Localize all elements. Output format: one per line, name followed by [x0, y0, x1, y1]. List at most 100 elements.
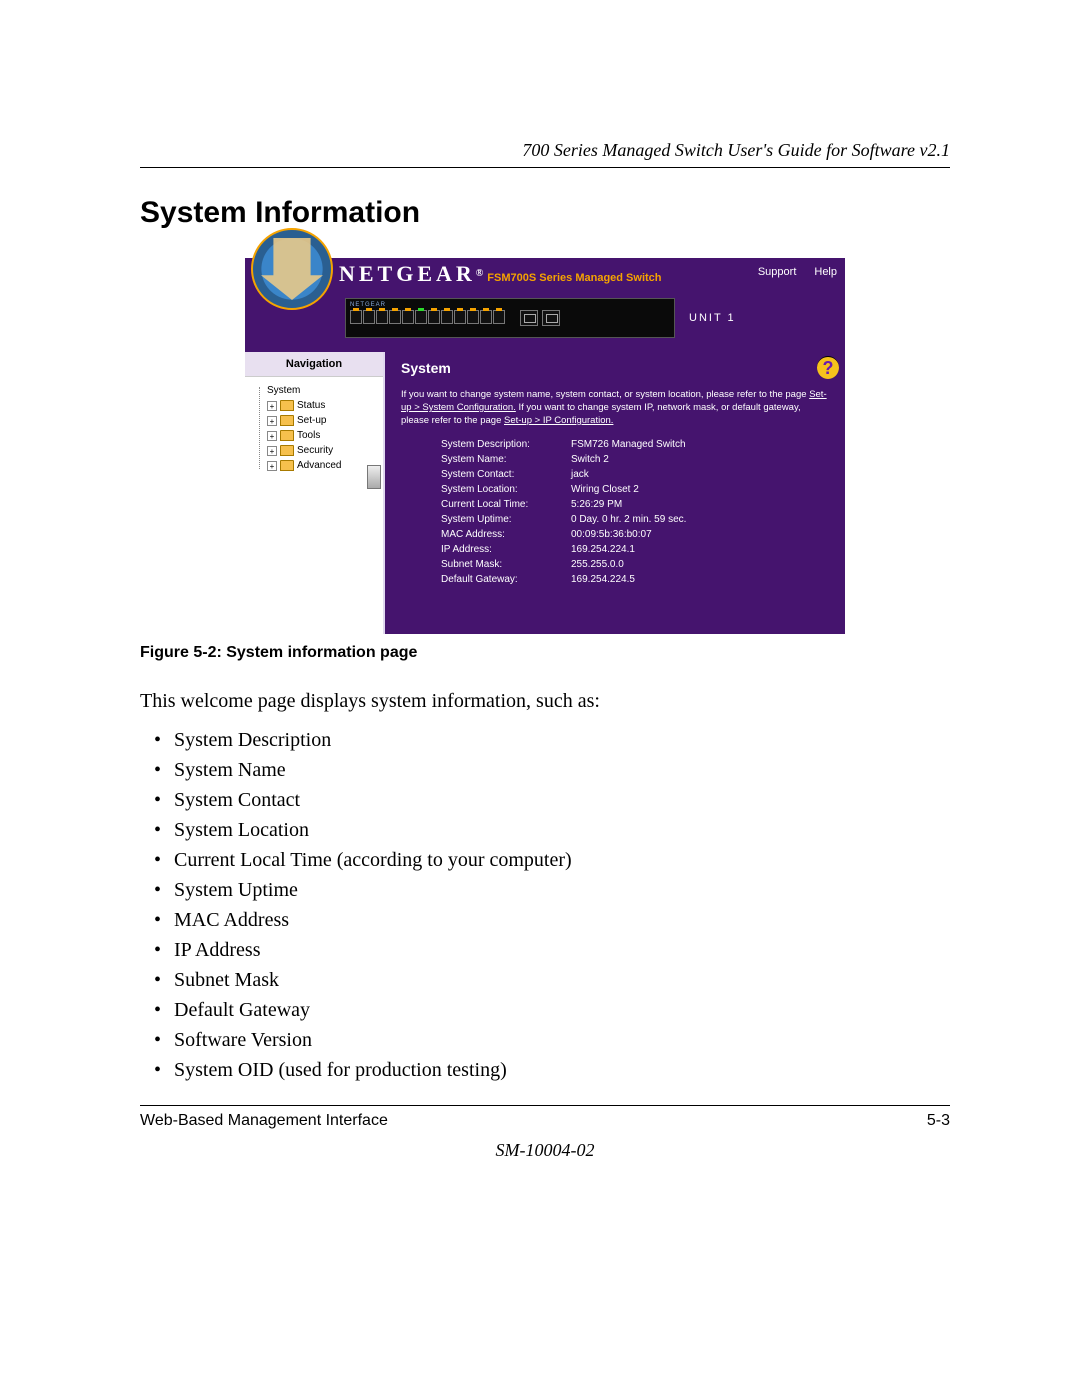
expand-icon[interactable]: + — [267, 461, 277, 471]
folder-icon — [280, 445, 294, 456]
folder-icon — [280, 415, 294, 426]
table-row: MAC Address:00:09:5b:36:b0:07 — [441, 527, 696, 542]
list-item: MAC Address — [140, 905, 950, 935]
info-key: System Description: — [441, 437, 571, 452]
footer-left: Web-Based Management Interface — [140, 1112, 388, 1130]
sidebar-item-tools[interactable]: + Tools — [267, 428, 379, 443]
unit-label: UNIT 1 — [689, 312, 736, 324]
tree-root: System + Status + Set-up — [255, 383, 379, 473]
footer-page-number: 5-3 — [927, 1112, 950, 1130]
support-link[interactable]: Support — [758, 266, 797, 278]
sidebar-item-label: Status — [297, 398, 325, 413]
table-row: Current Local Time:5:26:29 PM — [441, 497, 696, 512]
brand-logo: NETGEAR® — [335, 262, 483, 286]
folder-icon — [280, 430, 294, 441]
list-item: Software Version — [140, 1025, 950, 1055]
table-row: IP Address:169.254.224.1 — [441, 542, 696, 557]
info-key: System Contact: — [441, 467, 571, 482]
info-value: jack — [571, 467, 696, 482]
info-key: Subnet Mask: — [441, 557, 571, 572]
product-subtitle: FSM700S Series Managed Switch — [487, 272, 661, 284]
sidebar-item-label: Security — [297, 443, 333, 458]
device-label: NETGEAR — [350, 302, 670, 308]
main-panel: ? System If you want to change system na… — [385, 352, 845, 634]
uplink-port — [542, 310, 560, 326]
info-key: Current Local Time: — [441, 497, 571, 512]
page-footer: Web-Based Management Interface 5-3 — [140, 1112, 950, 1130]
list-item: System Uptime — [140, 875, 950, 905]
body-paragraph: This welcome page displays system inform… — [140, 690, 950, 713]
sidebar-item-system[interactable]: System — [267, 383, 379, 398]
list-item: IP Address — [140, 935, 950, 965]
header-rule — [140, 167, 950, 168]
info-key: IP Address: — [441, 542, 571, 557]
info-value: Wiring Closet 2 — [571, 482, 696, 497]
info-key: MAC Address: — [441, 527, 571, 542]
screenshot-container: NETGEAR® FSM700S Series Managed Switch S… — [245, 258, 845, 634]
footer-rule — [140, 1105, 950, 1106]
sidebar-item-label: Advanced — [297, 458, 341, 473]
table-row: System Location:Wiring Closet 2 — [441, 482, 696, 497]
expand-icon[interactable]: + — [267, 416, 277, 426]
info-value: 0 Day. 0 hr. 2 min. 59 sec. — [571, 512, 696, 527]
intro-segment: If you want to change system name, syste… — [401, 389, 809, 400]
app-header: NETGEAR® FSM700S Series Managed Switch S… — [245, 258, 845, 294]
switch-ports — [350, 310, 670, 326]
nav-tree: System + Status + Set-up — [245, 377, 383, 477]
uplink-port — [520, 310, 538, 326]
table-row: System Uptime:0 Day. 0 hr. 2 min. 59 sec… — [441, 512, 696, 527]
table-row: System Description:FSM726 Managed Switch — [441, 437, 696, 452]
table-row: System Name:Switch 2 — [441, 452, 696, 467]
sidebar-item-label: System — [267, 383, 300, 398]
sidebar-item-advanced[interactable]: + Advanced — [267, 458, 379, 473]
switch-device-image: NETGEAR — [345, 298, 675, 338]
figure-caption: Figure 5-2: System information page — [140, 644, 950, 662]
feature-bullet-list: System DescriptionSystem NameSystem Cont… — [140, 725, 950, 1085]
page-header: 700 Series Managed Switch User's Guide f… — [140, 140, 950, 161]
intro-text: If you want to change system name, syste… — [401, 388, 827, 427]
table-row: System Contact:jack — [441, 467, 696, 482]
expand-icon[interactable]: + — [267, 431, 277, 441]
section-title: System Information — [140, 196, 950, 230]
list-item: System Name — [140, 755, 950, 785]
folder-icon — [280, 460, 294, 471]
sidebar-item-security[interactable]: + Security — [267, 443, 379, 458]
help-link[interactable]: Help — [814, 266, 837, 278]
list-item: System Contact — [140, 785, 950, 815]
info-value: 5:26:29 PM — [571, 497, 696, 512]
list-item: System OID (used for production testing) — [140, 1055, 950, 1085]
info-key: System Uptime: — [441, 512, 571, 527]
list-item: System Description — [140, 725, 950, 755]
info-key: System Location: — [441, 482, 571, 497]
navigation-sidebar: Navigation System + Status + — [245, 352, 385, 634]
list-item: Current Local Time (according to your co… — [140, 845, 950, 875]
scrollbar-thumb[interactable] — [367, 465, 381, 489]
list-item: System Location — [140, 815, 950, 845]
info-value: 255.255.0.0 — [571, 557, 696, 572]
document-code: SM-10004-02 — [140, 1140, 950, 1161]
link-ip-configuration[interactable]: Set-up > IP Configuration. — [504, 415, 613, 426]
sidebar-title: Navigation — [245, 352, 383, 377]
info-value: FSM726 Managed Switch — [571, 437, 696, 452]
sidebar-item-status[interactable]: + Status — [267, 398, 379, 413]
expand-icon[interactable]: + — [267, 446, 277, 456]
info-key: System Name: — [441, 452, 571, 467]
system-info-table: System Description:FSM726 Managed Switch… — [441, 437, 696, 587]
device-row: NETGEAR UNIT 1 — [245, 294, 845, 352]
folder-icon — [280, 400, 294, 411]
sidebar-item-setup[interactable]: + Set-up — [267, 413, 379, 428]
info-value: 169.254.224.5 — [571, 572, 696, 587]
list-item: Subnet Mask — [140, 965, 950, 995]
info-value: Switch 2 — [571, 452, 696, 467]
brand-reg: ® — [476, 268, 483, 279]
list-item: Default Gateway — [140, 995, 950, 1025]
table-row: Default Gateway:169.254.224.5 — [441, 572, 696, 587]
table-row: Subnet Mask:255.255.0.0 — [441, 557, 696, 572]
brand-text: NETGEAR — [339, 261, 476, 286]
info-key: Default Gateway: — [441, 572, 571, 587]
sidebar-item-label: Tools — [297, 428, 320, 443]
sidebar-item-label: Set-up — [297, 413, 326, 428]
expand-icon[interactable]: + — [267, 401, 277, 411]
context-help-icon[interactable]: ? — [817, 356, 839, 379]
info-value: 00:09:5b:36:b0:07 — [571, 527, 696, 542]
